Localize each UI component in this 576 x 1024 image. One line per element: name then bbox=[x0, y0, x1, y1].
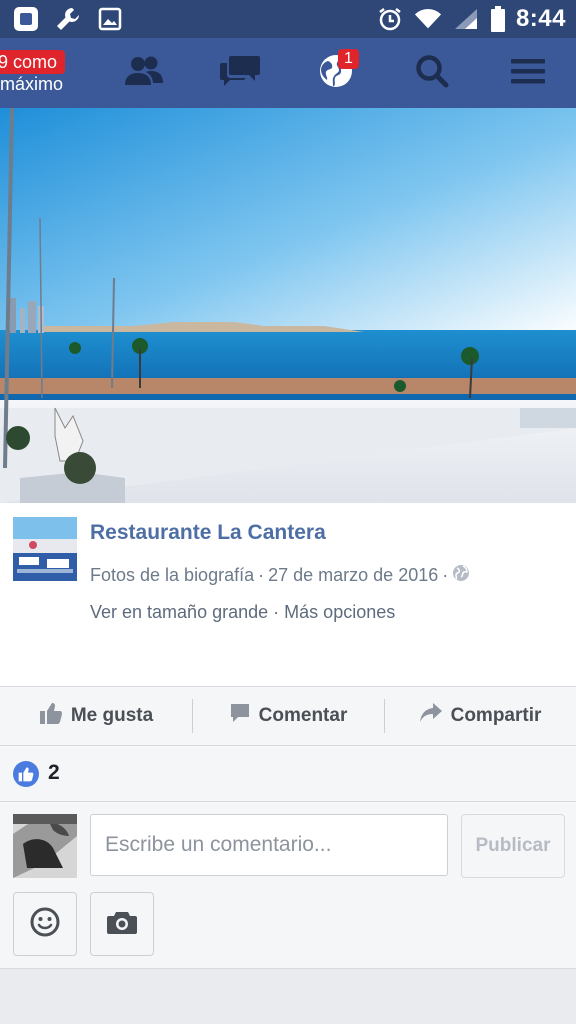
camera-icon bbox=[107, 909, 137, 940]
search-icon bbox=[415, 54, 449, 93]
menu-icon bbox=[511, 57, 545, 90]
friends-tab[interactable] bbox=[96, 38, 192, 108]
wifi-icon bbox=[414, 5, 442, 33]
meta-separator: · bbox=[442, 565, 449, 585]
notification-count-badge: 1 bbox=[338, 49, 359, 69]
share-label: Compartir bbox=[450, 705, 542, 726]
post-actions-bar: Me gusta Comentar Compartir bbox=[0, 686, 576, 746]
photo-upload-button[interactable] bbox=[90, 892, 154, 956]
view-large-link[interactable]: Ver en tamaño grande bbox=[90, 602, 268, 622]
wrench-icon bbox=[54, 5, 82, 33]
page-avatar[interactable] bbox=[13, 517, 77, 581]
top-navigation-bar: 9 como máximo 1 bbox=[0, 38, 576, 108]
smiley-icon bbox=[29, 906, 61, 943]
like-label: Me gusta bbox=[70, 705, 154, 726]
battery-icon bbox=[490, 5, 506, 33]
thumbs-up-icon bbox=[39, 701, 63, 731]
post-meta: Fotos de la biografía · 27 de marzo de 2… bbox=[90, 564, 470, 587]
clock-time: 8:44 bbox=[515, 5, 566, 32]
overlay-subtext: máximo bbox=[0, 74, 64, 94]
comment-icon bbox=[229, 702, 251, 730]
comment-button[interactable]: Comentar bbox=[192, 687, 384, 745]
comment-label: Comentar bbox=[258, 705, 348, 726]
globe-privacy-icon bbox=[452, 564, 470, 587]
more-options-link[interactable]: Más opciones bbox=[284, 602, 395, 622]
share-arrow-icon bbox=[419, 702, 443, 730]
friends-icon bbox=[124, 55, 164, 92]
feed-tab[interactable]: 9 como máximo bbox=[0, 38, 96, 108]
like-count: 2 bbox=[48, 761, 60, 784]
overlay-badge: 9 como bbox=[0, 50, 66, 74]
page-background bbox=[0, 969, 576, 1024]
messages-icon bbox=[219, 54, 261, 93]
image-icon bbox=[96, 5, 124, 33]
publish-button[interactable]: Publicar bbox=[461, 814, 565, 878]
post-photo[interactable] bbox=[0, 108, 576, 503]
comment-composer: Publicar bbox=[0, 802, 576, 969]
photo-links: Ver en tamaño grande · Más opciones bbox=[90, 602, 395, 623]
notifications-tab[interactable]: 1 bbox=[288, 38, 384, 108]
like-reaction-icon bbox=[13, 761, 39, 787]
user-avatar bbox=[13, 814, 77, 878]
messages-tab[interactable] bbox=[192, 38, 288, 108]
app-icon bbox=[12, 5, 40, 33]
like-button[interactable]: Me gusta bbox=[0, 687, 192, 745]
signal-icon bbox=[452, 5, 480, 33]
status-bar: 8:44 bbox=[0, 0, 576, 38]
meta-separator: · bbox=[258, 565, 265, 585]
alarm-icon bbox=[376, 5, 404, 33]
page-name-link[interactable]: Restaurante La Cantera bbox=[90, 521, 326, 545]
search-tab[interactable] bbox=[384, 38, 480, 108]
reactions-summary[interactable]: 2 bbox=[0, 746, 576, 802]
post-card: Restaurante La Cantera Fotos de la biogr… bbox=[0, 503, 576, 686]
comment-input[interactable] bbox=[90, 814, 448, 876]
emoji-button[interactable] bbox=[13, 892, 77, 956]
menu-tab[interactable] bbox=[480, 38, 576, 108]
share-button[interactable]: Compartir bbox=[384, 687, 576, 745]
post-date[interactable]: 27 de marzo de 2016 bbox=[268, 565, 438, 586]
links-separator: · bbox=[273, 602, 280, 622]
album-link[interactable]: Fotos de la biografía bbox=[90, 565, 254, 586]
